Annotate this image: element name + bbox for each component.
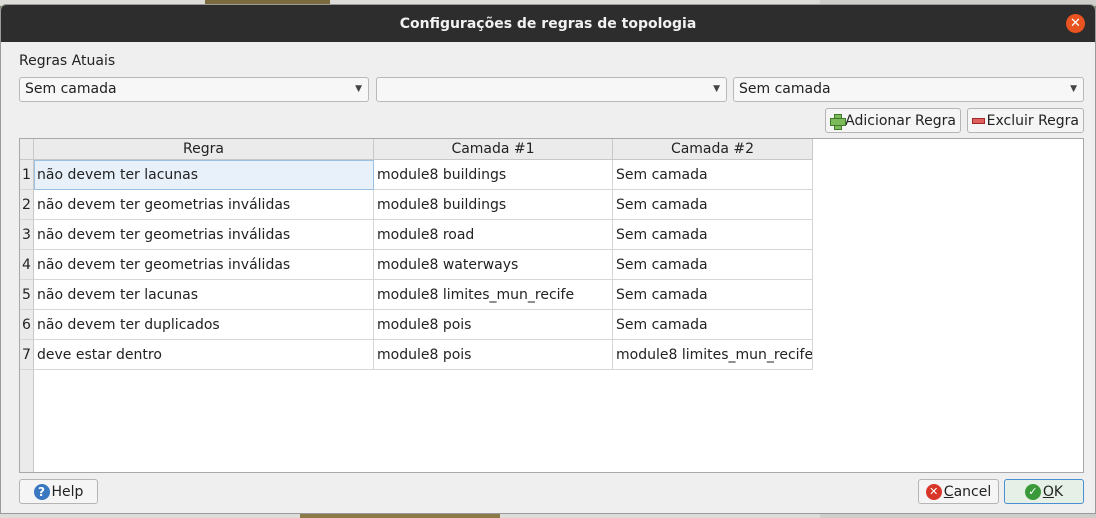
column-header-rule[interactable]: Regra [34, 139, 374, 160]
rule-cell[interactable]: não devem ter lacunas [34, 280, 374, 310]
layer1-cell[interactable]: module8 limites_mun_recife [374, 280, 613, 310]
row-number[interactable]: 3 [20, 220, 34, 250]
ok-label: OK [1042, 483, 1064, 500]
help-icon: ? [33, 483, 50, 500]
column-header-label: Camada #2 [670, 141, 755, 157]
cancel-button[interactable]: ✕ Cancel [918, 479, 999, 504]
layer2-combo-value: Sem camada [739, 81, 831, 97]
add-rule-label: Adicionar Regra [845, 112, 956, 129]
row-number[interactable]: 7 [20, 340, 34, 370]
rule-cell[interactable]: não devem ter geometrias inválidas [34, 220, 374, 250]
chevron-down-icon: ▼ [713, 84, 720, 94]
layer1-combo[interactable]: Sem camada ▼ [19, 77, 369, 102]
cancel-label: Cancel [943, 483, 992, 500]
delete-rule-label: Excluir Regra [986, 112, 1079, 129]
plus-icon [830, 113, 847, 130]
column-header-label: Camada #1 [451, 141, 535, 157]
column-header-layer1[interactable]: Camada #1 [374, 139, 613, 160]
layer2-cell[interactable]: module8 limites_mun_recife [613, 340, 813, 370]
layer1-cell[interactable]: module8 waterways [374, 250, 613, 280]
rule-cell[interactable]: não devem ter geometrias inválidas [34, 190, 374, 220]
layer1-cell[interactable]: module8 pois [374, 310, 613, 340]
row-number[interactable]: 6 [20, 310, 34, 340]
dialog-title: Configurações de regras de topologia [399, 15, 697, 32]
layer2-cell[interactable]: Sem camada [613, 220, 813, 250]
ok-button[interactable]: ✓ OK [1004, 479, 1084, 504]
add-rule-button[interactable]: Adicionar Regra [825, 108, 961, 133]
rule-cell[interactable]: deve estar dentro [34, 340, 374, 370]
current-rules-label: Regras Atuais [19, 53, 116, 69]
layer2-cell[interactable]: Sem camada [613, 310, 813, 340]
rules-table[interactable]: Regra Camada #1 Camada #2 1 não devem te… [19, 138, 1084, 473]
layer2-cell[interactable]: Sem camada [613, 280, 813, 310]
rule-combo[interactable]: ▼ [376, 77, 727, 102]
layer1-cell[interactable]: module8 buildings [374, 160, 613, 190]
close-icon[interactable]: ✕ [1066, 14, 1085, 33]
help-button[interactable]: ? Help [19, 479, 98, 504]
cancel-icon: ✕ [925, 483, 942, 500]
check-icon: ✓ [1024, 483, 1041, 500]
row-number[interactable]: 4 [20, 250, 34, 280]
layer1-cell[interactable]: module8 buildings [374, 190, 613, 220]
layer1-cell[interactable]: module8 road [374, 220, 613, 250]
table-corner [20, 139, 34, 160]
minus-icon [972, 117, 985, 124]
layer2-combo[interactable]: Sem camada ▼ [733, 77, 1084, 102]
row-number[interactable]: 5 [20, 280, 34, 310]
layer1-cell[interactable]: module8 pois [374, 340, 613, 370]
layer2-cell[interactable]: Sem camada [613, 160, 813, 190]
layer1-combo-value: Sem camada [25, 81, 117, 97]
dialog-titlebar: Configurações de regras de topologia ✕ [1, 5, 1095, 42]
rule-cell[interactable]: não devem ter geometrias inválidas [34, 250, 374, 280]
rule-cell[interactable]: não devem ter duplicados [34, 310, 374, 340]
chevron-down-icon: ▼ [355, 84, 362, 94]
help-label: Help [51, 483, 84, 500]
delete-rule-button[interactable]: Excluir Regra [967, 108, 1084, 133]
layer2-cell[interactable]: Sem camada [613, 190, 813, 220]
rule-cell[interactable]: não devem ter lacunas [34, 160, 374, 190]
column-header-label: Regra [183, 141, 224, 157]
column-header-layer2[interactable]: Camada #2 [613, 139, 813, 160]
chevron-down-icon: ▼ [1070, 84, 1077, 94]
layer2-cell[interactable]: Sem camada [613, 250, 813, 280]
topology-rules-dialog: Configurações de regras de topologia ✕ R… [0, 4, 1096, 514]
row-number[interactable]: 1 [20, 160, 34, 190]
row-number[interactable]: 2 [20, 190, 34, 220]
